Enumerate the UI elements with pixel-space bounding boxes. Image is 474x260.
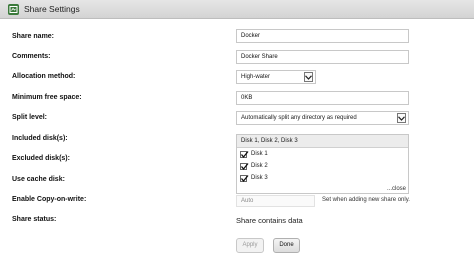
copy-on-write-note: Set when adding new share only. <box>322 197 410 203</box>
allocation-method-label: Allocation method: <box>12 73 76 80</box>
included-disks-label: Included disk(s): <box>12 135 68 142</box>
share-status-value: Share contains data <box>236 216 303 225</box>
allocation-method-select[interactable]: High-water <box>236 70 316 84</box>
disk-option-label: Disk 2 <box>251 163 268 169</box>
split-level-value: Automatically split any directory as req… <box>241 115 357 121</box>
copy-on-write-select: Auto <box>236 195 315 207</box>
disk-option-3[interactable]: Disk 3 <box>240 173 268 183</box>
share-status-label: Share status: <box>12 216 57 223</box>
checkbox-checked-icon[interactable] <box>240 150 249 158</box>
chevron-down-icon[interactable] <box>304 72 313 82</box>
done-button[interactable]: Done <box>273 238 300 253</box>
copy-on-write-label: Enable Copy-on-write: <box>12 196 87 203</box>
comments-input[interactable]: Docker Share <box>236 50 409 64</box>
share-settings-icon <box>8 4 19 15</box>
included-disks-dropdown[interactable]: Disk 1, Disk 2, Disk 3 Disk 1 Disk 2 Dis… <box>236 134 409 194</box>
dropdown-close-link[interactable]: ...close <box>387 186 406 192</box>
disk-option-label: Disk 3 <box>251 175 268 181</box>
comments-label: Comments: <box>12 53 51 60</box>
apply-button[interactable]: Apply <box>236 238 264 253</box>
disk-option-2[interactable]: Disk 2 <box>240 161 268 171</box>
checkbox-checked-icon[interactable] <box>240 162 249 170</box>
split-level-label: Split level: <box>12 114 48 121</box>
chevron-down-icon[interactable] <box>397 113 406 123</box>
excluded-disks-label: Excluded disk(s): <box>12 155 70 162</box>
share-name-label: Share name: <box>12 33 55 40</box>
title-bar: Share Settings <box>0 0 474 19</box>
included-disks-summary[interactable]: Disk 1, Disk 2, Disk 3 <box>237 135 408 148</box>
share-name-input[interactable]: Docker <box>236 29 409 43</box>
allocation-method-value: High-water <box>241 74 271 80</box>
share-settings-window: Share Settings Share name: Comments: All… <box>0 0 474 260</box>
window-title: Share Settings <box>24 4 80 14</box>
checkbox-checked-icon[interactable] <box>240 174 249 182</box>
use-cache-disk-label: Use cache disk: <box>12 176 65 183</box>
split-level-select[interactable]: Automatically split any directory as req… <box>236 111 409 125</box>
disk-option-label: Disk 1 <box>251 151 268 157</box>
minimum-free-space-input[interactable]: 0KB <box>236 91 409 105</box>
minimum-free-space-label: Minimum free space: <box>12 94 82 101</box>
disk-option-1[interactable]: Disk 1 <box>240 149 268 159</box>
